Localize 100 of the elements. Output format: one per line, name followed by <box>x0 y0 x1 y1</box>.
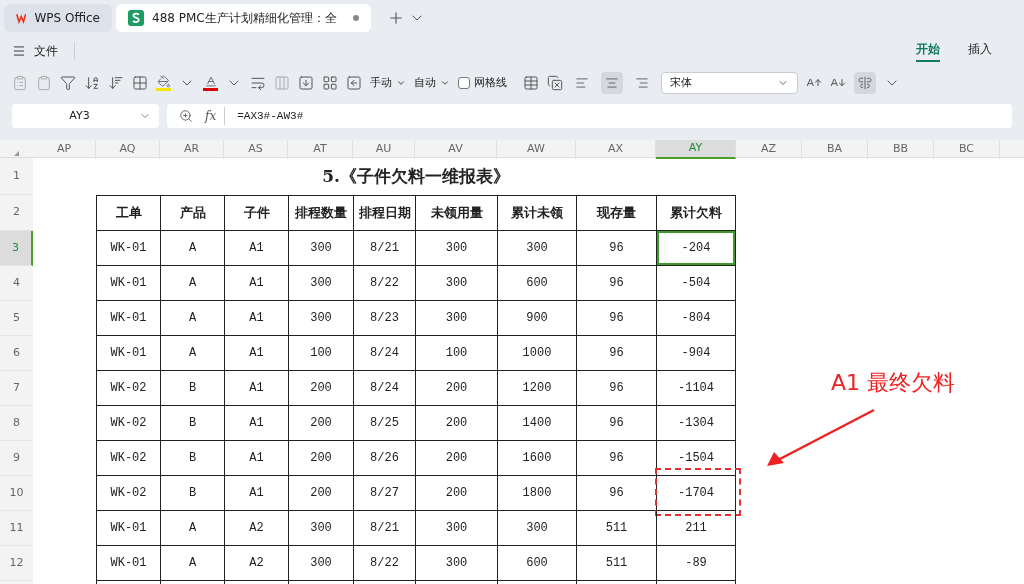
column-header[interactable]: AU <box>353 140 415 159</box>
table-cell: 8/27 <box>353 476 415 511</box>
table-cell: WK-02 <box>96 441 160 476</box>
table-cell: WK-01 <box>96 511 160 546</box>
table-cell: A2 <box>224 511 288 546</box>
file-menu-button[interactable]: 文件 <box>12 42 58 60</box>
table-cell: 8/22 <box>353 546 415 581</box>
document-tab[interactable]: 488 PMC生产计划精细化管理：全 <box>116 4 371 32</box>
column-header[interactable]: AT <box>288 140 353 159</box>
square-arrow-left-icon[interactable] <box>346 75 362 91</box>
row-header[interactable]: 12 <box>0 546 33 581</box>
table-cell: 8/21 <box>353 511 415 546</box>
table-header-cell: 工单 <box>96 195 160 231</box>
ribbon-tab[interactable]: 插入 <box>968 40 992 62</box>
table-cell[interactable]: -1304 <box>657 406 735 440</box>
table-cell: 8/22 <box>353 266 415 301</box>
column-header[interactable]: AV <box>415 140 497 159</box>
table-cell: A1 <box>224 476 288 511</box>
table-cell[interactable]: -804 <box>657 301 735 335</box>
table-cell: 8/23 <box>353 301 415 336</box>
fill-color-icon[interactable] <box>156 75 171 91</box>
column-header[interactable]: AW <box>497 140 576 159</box>
table-cell: A1 <box>224 371 288 406</box>
table-cell[interactable]: -89 <box>657 546 735 580</box>
table-cell: 200 <box>288 371 353 406</box>
column-header[interactable]: AR <box>160 140 224 159</box>
row-header[interactable]: 7 <box>0 371 33 406</box>
table-cell[interactable]: -1104 <box>657 371 735 405</box>
table-cell: A1 <box>224 231 288 266</box>
table-cell: 200 <box>288 441 353 476</box>
column-header[interactable]: BB <box>868 140 934 159</box>
table-cell: 300 <box>288 301 353 336</box>
column-header[interactable]: BA <box>802 140 868 159</box>
table-cell[interactable]: -1704 <box>657 476 735 510</box>
tab-title: 488 PMC生产计划精细化管理：全 <box>152 10 337 27</box>
row-header[interactable]: 9 <box>0 441 33 476</box>
name-box[interactable]: AY3 <box>12 104 159 128</box>
font-select[interactable]: 宋体 <box>661 72 798 94</box>
table-cell: WK-01 <box>96 301 160 336</box>
filter-icon[interactable] <box>60 75 76 91</box>
column-header[interactable]: BC <box>934 140 1000 159</box>
table-cell: WK-02 <box>96 406 160 441</box>
table-cell: A2 <box>224 546 288 581</box>
select-all-icon[interactable] <box>14 150 19 156</box>
table-cell[interactable]: -204 <box>657 231 735 265</box>
border-icon[interactable] <box>132 75 148 91</box>
column-width-button[interactable]: 自动 <box>414 74 450 92</box>
zoom-icon[interactable] <box>179 109 193 123</box>
row-header[interactable]: 8 <box>0 406 33 441</box>
row-height-button[interactable]: 手动 <box>370 74 406 92</box>
formula-bar[interactable]: fx =AX3#-AW3# <box>167 104 1012 128</box>
column-header[interactable]: AZ <box>736 140 802 159</box>
table-cell: 300 <box>415 266 497 301</box>
align-icon <box>575 76 589 90</box>
table-cell[interactable]: 211 <box>657 511 735 545</box>
row-header[interactable]: 1 <box>0 158 33 195</box>
column-header[interactable]: AY <box>656 140 736 159</box>
table-cell[interactable]: -904 <box>657 336 735 370</box>
table-header-cell: 现存量 <box>576 195 656 231</box>
sort-ascending-icon[interactable] <box>84 75 100 91</box>
table-cell: 300 <box>288 231 353 266</box>
column-header[interactable]: AS <box>224 140 288 159</box>
document-tab[interactable]: WPS Office <box>4 4 112 32</box>
grid-icon[interactable] <box>322 75 338 91</box>
table-cell: 300 <box>288 546 353 581</box>
table-header-cell: 累计欠料 <box>656 195 736 231</box>
row-header[interactable]: 5 <box>0 301 33 336</box>
row-header[interactable]: 11 <box>0 511 33 546</box>
align-icon <box>605 76 619 90</box>
table-cell: A1 <box>224 406 288 441</box>
table-cell: 96 <box>576 301 656 336</box>
vertical-align-button[interactable] <box>854 72 876 94</box>
row-header[interactable]: 2 <box>0 195 33 231</box>
table-cell: 200 <box>288 406 353 441</box>
table-cell: 511 <box>576 546 656 581</box>
table-cell: 1800 <box>497 476 576 511</box>
wrap-text-icon[interactable] <box>250 75 266 91</box>
table-cell: 96 <box>576 406 656 441</box>
clear-format-icon[interactable] <box>547 75 563 91</box>
table-cell[interactable]: -1504 <box>657 441 735 475</box>
table-cell[interactable]: -504 <box>657 266 735 300</box>
align-button[interactable] <box>601 72 623 94</box>
row-header[interactable]: 6 <box>0 336 33 371</box>
row-header[interactable]: 4 <box>0 266 33 301</box>
table-style-icon[interactable] <box>523 75 539 91</box>
sort-descending-icon[interactable] <box>108 75 124 91</box>
table-header-cell: 未领用量 <box>415 195 497 231</box>
menu-icon <box>12 44 26 58</box>
column-header[interactable]: AP <box>33 140 96 159</box>
table-header-cell: 子件 <box>224 195 288 231</box>
clipboard-icon[interactable] <box>36 75 52 91</box>
font-color-icon[interactable] <box>203 75 218 91</box>
column-header[interactable]: AQ <box>96 140 160 159</box>
table-cell: 8/26 <box>353 441 415 476</box>
row-header[interactable]: 3 <box>0 231 33 266</box>
row-header[interactable]: 10 <box>0 476 33 511</box>
gridlines-checkbox[interactable]: 网格线 <box>458 74 507 92</box>
table-cell: WK-01 <box>96 266 160 301</box>
spreadsheet-app-icon <box>128 10 144 26</box>
ribbon-tab[interactable]: 开始 <box>916 40 940 62</box>
